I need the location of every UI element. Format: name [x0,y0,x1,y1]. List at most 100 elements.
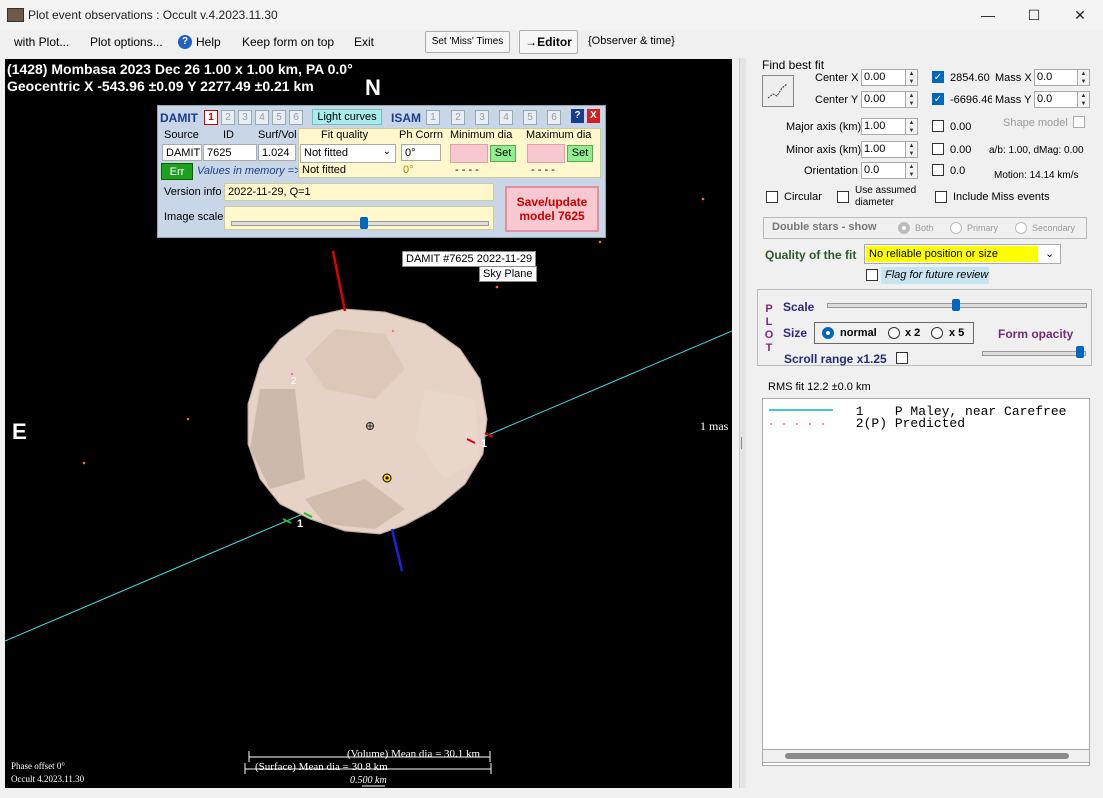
center-y-spinner[interactable]: ▲ ▼ [905,91,918,108]
predicted-point-label: 2 [291,376,297,387]
primary-radio[interactable] [950,222,962,234]
orientation-spinner[interactable]: ▲ ▼ [905,162,918,179]
min-dia-set-button[interactable]: Set [490,145,516,162]
isam-tab-2[interactable]: 2 [451,110,465,125]
damit-tab-3[interactable]: 3 [238,110,252,125]
use-assumed-diameter-checkbox[interactable] [837,191,849,203]
save-update-model-button[interactable]: Save/update model 7625 [505,186,599,232]
isam-tab-6[interactable]: 6 [547,110,561,125]
form-opacity-thumb[interactable] [1076,346,1084,358]
damit-tab-6[interactable]: 6 [289,110,303,125]
minor-axis-spinner[interactable]: ▲ ▼ [905,141,918,158]
star-dot [495,285,499,289]
source-header: Source [164,129,199,141]
damit-close-button[interactable]: X [587,109,600,123]
major-axis-checkbox[interactable] [932,120,944,132]
find-best-fit-button[interactable] [762,75,794,107]
menu-keep-form-on-top[interactable]: Keep form on top [242,35,334,49]
fit-quality-select[interactable]: Not fitted ⌄ [300,144,396,163]
volume-dia-label: (Volume) Mean dia = 30.1 km [347,748,481,760]
minor-axis-input[interactable]: 1.00 [861,141,906,158]
plot-vertical-label: PLOT [764,303,774,354]
surface-dia-label: (Surface) Mean dia = 30.8 km [255,761,388,773]
minimize-button[interactable]: — [965,0,1011,30]
flag-review-label: Flag for future review [881,267,989,284]
help-icon[interactable]: ? [178,35,192,49]
err-button[interactable]: Err [161,163,193,180]
major-axis-spinner[interactable]: ▲ ▼ [905,118,918,135]
size-x2-radio[interactable] [888,327,900,339]
center-y-input[interactable]: 0.00 [861,91,906,108]
maximize-button[interactable]: ☐ [1011,0,1057,30]
major-axis-label: Major axis (km) [786,121,862,133]
north-label: N [365,75,381,100]
mass-y-checkbox[interactable]: ✓ [932,93,944,105]
center-x-input[interactable]: 0.00 [861,69,906,86]
scale-slider[interactable] [825,296,1088,316]
predicted-point [290,372,294,376]
source-field: DAMIT [162,144,202,161]
include-miss-checkbox[interactable] [935,191,947,203]
isam-tab-5[interactable]: 5 [523,110,537,125]
north-pole-axis [331,250,347,312]
legend-horizontal-scrollbar[interactable] [762,749,1090,763]
max-dia-field[interactable] [527,144,565,163]
scroll-range-checkbox[interactable] [896,352,908,364]
menu-plot-options[interactable]: Plot options... [90,35,163,49]
orientation-input[interactable]: 0.0 [861,162,906,179]
primary-label: Primary [967,223,998,233]
plot-header-object: (1428) Mombasa 2023 Dec 26 1.00 x 1.00 k… [7,61,353,77]
flag-review-checkbox[interactable] [866,269,878,281]
quality-of-fit-select[interactable]: No reliable position or size ⌄ [864,244,1061,264]
damit-tab-5[interactable]: 5 [272,110,286,125]
mass-x-checkbox[interactable]: ✓ [932,71,944,83]
mass-y-input[interactable]: 0.0 [1034,91,1079,108]
menu-help[interactable]: Help [196,35,221,49]
menu-exit[interactable]: Exit [354,35,374,49]
form-opacity-slider[interactable] [980,344,1088,364]
circular-label: Circular [784,191,822,203]
damit-help-button[interactable]: ? [571,109,584,123]
scale-thumb[interactable] [952,299,960,311]
scrollbar-thumb[interactable] [785,753,1069,759]
size-x5-radio[interactable] [931,327,943,339]
plot-header-geocentric: Geocentric X -543.96 ±0.09 Y 2277.49 ±0.… [7,78,314,94]
values-in-memory-label: Values in memory => [197,165,301,177]
menu-with-plot[interactable]: with Plot... [14,35,69,49]
splitter[interactable] [739,58,746,788]
damit-tab-1[interactable]: 1 [204,110,218,125]
image-scale-slider[interactable] [224,206,494,230]
isam-tab-4[interactable]: 4 [499,110,513,125]
id-field[interactable]: 7625 [203,144,257,161]
both-radio[interactable] [898,222,910,234]
isam-tab-1[interactable]: 1 [426,110,440,125]
damit-tab-2[interactable]: 2 [221,110,235,125]
light-curves-button[interactable]: Light curves [312,109,382,125]
set-miss-times-button[interactable]: Set 'Miss' Times [425,31,510,53]
min-dia-field[interactable] [450,144,488,163]
id-header: ID [223,129,234,141]
max-dia-set-button[interactable]: Set [567,145,593,162]
major-axis-error: 0.00 [950,121,972,133]
mass-y-spinner[interactable]: ▲ ▼ [1077,91,1090,108]
mass-x-label: Mass X [993,72,1032,84]
ph-corrn-field[interactable]: 0° [401,144,441,161]
observers-legend-list[interactable]: 1 P Maley, near Carefree 2(P) Predicted [762,398,1090,766]
mass-x-input[interactable]: 0.0 [1034,69,1079,86]
minor-axis-checkbox[interactable] [932,143,944,155]
damit-tab-4[interactable]: 4 [255,110,269,125]
orientation-checkbox[interactable] [932,164,944,176]
find-best-fit-label: Find best fit [762,58,825,72]
secondary-radio[interactable] [1015,222,1027,234]
major-axis-input[interactable]: 1.00 [861,118,906,135]
circular-checkbox[interactable] [766,191,778,203]
close-button[interactable]: ✕ [1057,0,1103,30]
size-normal-radio[interactable] [822,327,834,339]
shape-model-checkbox[interactable] [1073,116,1085,128]
isam-tab-3[interactable]: 3 [475,110,489,125]
image-scale-thumb[interactable] [360,217,368,229]
fit-curve-icon [767,83,788,99]
editor-button[interactable]: →Editor [519,30,578,54]
center-x-spinner[interactable]: ▲ ▼ [905,69,918,86]
mass-x-spinner[interactable]: ▲ ▼ [1077,69,1090,86]
